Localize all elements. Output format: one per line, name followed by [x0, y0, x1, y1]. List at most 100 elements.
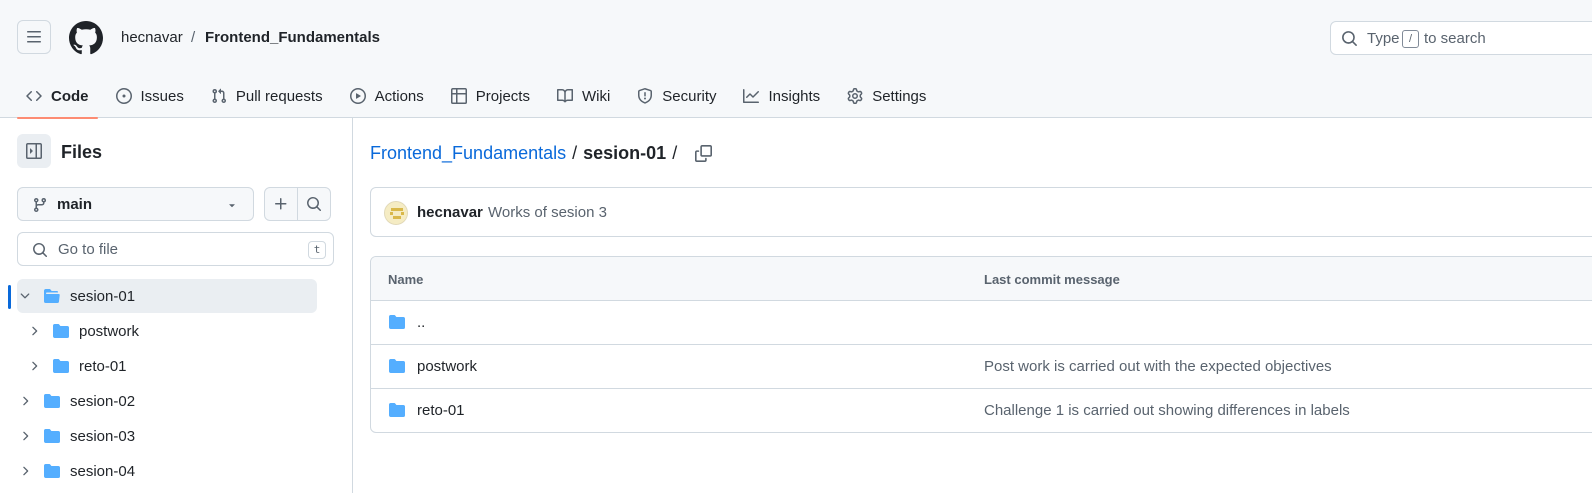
- folder-icon: [388, 358, 406, 377]
- github-logo-icon[interactable]: [69, 21, 103, 55]
- git-pull-request-icon: [212, 88, 226, 104]
- code-icon: [26, 90, 42, 102]
- repo-nav: Code Issues Pull requests Actions Projec…: [17, 74, 944, 119]
- chevron-right-icon: [17, 394, 33, 408]
- book-icon: [556, 88, 573, 103]
- file-table: Name Last commit message .. postwork Pos…: [370, 256, 1592, 433]
- go-to-file-input[interactable]: Go to file t: [17, 232, 334, 266]
- path-separator-trailing: /: [672, 142, 678, 163]
- table-icon: [450, 88, 467, 104]
- chevron-right-icon: [26, 324, 42, 338]
- tree-item-sesion-01[interactable]: sesion-01: [17, 279, 317, 313]
- tree-item-label: sesion-02: [70, 392, 136, 410]
- hamburger-icon: [27, 31, 41, 43]
- tab-wiki-label: Wiki: [581, 87, 611, 105]
- tree-item-sesion-04[interactable]: sesion-04: [17, 454, 135, 488]
- search-hint-prefix: Type: [1367, 30, 1400, 47]
- repo-header: hecnavar / Frontend_Fundamentals Type / …: [0, 0, 1592, 119]
- search-hint-suffix: to search: [1424, 30, 1486, 47]
- chevron-right-icon: [17, 429, 33, 443]
- tab-projects-label: Projects: [475, 87, 530, 105]
- graph-icon: [743, 89, 760, 103]
- path-current-dir: sesion-01: [583, 142, 667, 163]
- tree-item-label: sesion-01: [70, 287, 136, 305]
- tab-settings-label: Settings: [872, 87, 927, 105]
- row-name[interactable]: postwork: [417, 358, 477, 375]
- breadcrumb-owner[interactable]: hecnavar: [121, 29, 183, 46]
- sidebar-collapse-icon: [26, 143, 42, 159]
- search-icon: [307, 197, 322, 212]
- go-to-file-placeholder: Go to file: [58, 241, 119, 258]
- search-icon: [33, 243, 48, 258]
- tab-wiki[interactable]: Wiki: [548, 74, 619, 118]
- play-icon: [349, 88, 366, 104]
- file-tree-sidebar: Files main Go to file t sesion-01 postwo…: [0, 118, 353, 493]
- path-separator: /: [572, 142, 578, 163]
- breadcrumb-separator: /: [191, 29, 196, 46]
- table-row[interactable]: ..: [371, 301, 1592, 345]
- top-bar: hecnavar / Frontend_Fundamentals Type / …: [0, 0, 1592, 74]
- commit-author[interactable]: hecnavar: [417, 204, 483, 221]
- path-breadcrumb: Frontend_Fundamentals / sesion-01 /: [370, 140, 713, 166]
- search-icon: [1342, 31, 1357, 46]
- copy-icon[interactable]: [695, 144, 713, 162]
- tab-issues[interactable]: Issues: [107, 74, 193, 118]
- commit-message[interactable]: Works of sesion 3: [488, 204, 607, 221]
- latest-commit-box: hecnavar Works of sesion 3: [370, 187, 1592, 237]
- row-message[interactable]: Post work is carried out with the expect…: [984, 358, 1332, 375]
- shield-icon: [638, 88, 653, 104]
- branch-selector[interactable]: main: [17, 187, 254, 221]
- menu-button[interactable]: [17, 20, 51, 54]
- tab-code[interactable]: Code: [17, 74, 98, 119]
- table-row[interactable]: postwork Post work is carried out with t…: [371, 345, 1592, 389]
- tree-item-sesion-02[interactable]: sesion-02: [17, 384, 135, 418]
- files-title: Files: [61, 142, 103, 162]
- main-content: Frontend_Fundamentals / sesion-01 / hecn…: [370, 118, 1592, 493]
- tree-item-label: reto-01: [79, 357, 127, 375]
- folder-icon: [43, 428, 61, 444]
- tab-projects[interactable]: Projects: [442, 74, 539, 118]
- folder-icon: [43, 463, 61, 479]
- go-to-file-shortcut: t: [308, 241, 326, 259]
- tab-settings[interactable]: Settings: [838, 74, 935, 118]
- tab-insights[interactable]: Insights: [734, 74, 829, 118]
- gear-icon: [847, 88, 863, 104]
- tab-actions[interactable]: Actions: [341, 74, 433, 118]
- row-name[interactable]: reto-01: [417, 402, 465, 419]
- tab-security[interactable]: Security: [628, 74, 725, 118]
- tree-item-postwork[interactable]: postwork: [26, 314, 139, 348]
- folder-icon: [52, 358, 70, 374]
- search-shortcut-key: /: [1402, 30, 1419, 48]
- tab-code-label: Code: [51, 87, 89, 105]
- folder-icon: [388, 402, 406, 421]
- tab-pull-requests[interactable]: Pull requests: [202, 74, 332, 118]
- selection-indicator: [8, 285, 11, 309]
- tab-pull-requests-label: Pull requests: [235, 87, 323, 105]
- folder-icon: [43, 393, 61, 409]
- table-row[interactable]: reto-01 Challenge 1 is carried out showi…: [371, 389, 1592, 432]
- tab-issues-label: Issues: [140, 87, 184, 105]
- avatar[interactable]: [384, 201, 408, 225]
- chevron-right-icon: [26, 359, 42, 373]
- tab-security-label: Security: [662, 87, 717, 105]
- branch-name: main: [57, 196, 93, 213]
- tree-item-label: sesion-04: [70, 462, 136, 480]
- breadcrumb-repo[interactable]: Frontend_Fundamentals: [205, 29, 380, 46]
- triangle-down-icon: [229, 204, 235, 208]
- column-message-header: Last commit message: [984, 272, 1120, 287]
- git-branch-icon: [33, 198, 46, 213]
- tree-item-sesion-03[interactable]: sesion-03: [17, 419, 135, 453]
- collapse-sidebar-button[interactable]: [17, 134, 51, 168]
- global-search-input[interactable]: Type / to search: [1330, 21, 1592, 55]
- tree-item-reto-01[interactable]: reto-01: [26, 349, 127, 383]
- folder-icon: [388, 314, 406, 333]
- row-name[interactable]: ..: [417, 314, 425, 331]
- folder-icon: [52, 323, 70, 339]
- tab-insights-label: Insights: [768, 87, 821, 105]
- add-file-button[interactable]: [264, 187, 298, 221]
- table-header: Name Last commit message: [371, 257, 1592, 301]
- path-repo-link[interactable]: Frontend_Fundamentals: [370, 143, 566, 164]
- issue-opened-icon: [115, 88, 132, 104]
- row-message[interactable]: Challenge 1 is carried out showing diffe…: [984, 402, 1350, 419]
- search-files-button[interactable]: [297, 187, 331, 221]
